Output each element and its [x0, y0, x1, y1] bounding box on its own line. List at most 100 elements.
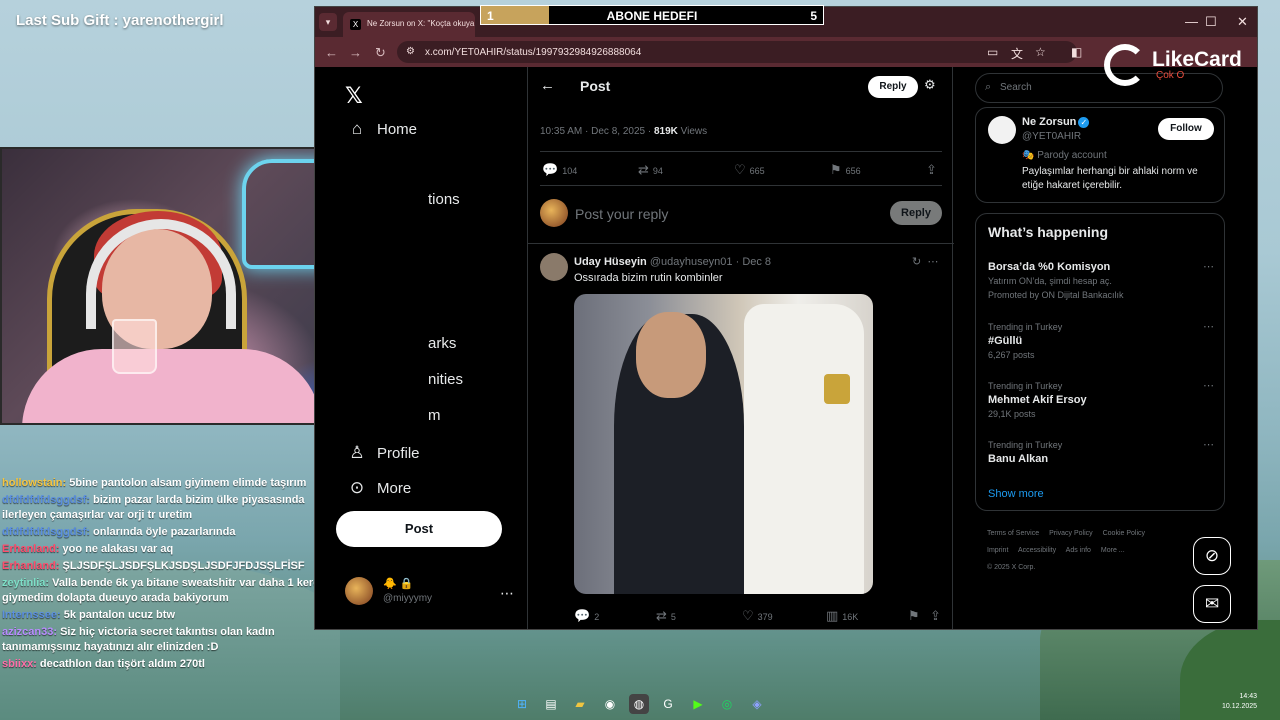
more-options-icon[interactable]: ⋯	[500, 585, 514, 602]
translate-icon[interactable]: 文	[1011, 45, 1023, 62]
grok-icon[interactable]: ↻	[912, 256, 921, 268]
account-switcher[interactable]: 🐥 🔒 @miyyymy ⋯	[345, 577, 515, 617]
post-button[interactable]: Post	[336, 511, 502, 547]
chat-message: sbiixx: decathlon dan tişört aldım 270tl	[2, 657, 332, 672]
repost-action[interactable]: ⇄ 94	[638, 162, 663, 178]
post-column: ← Post Reply ⚙ 10:35 AM · Dec 8, 2025 · …	[527, 67, 954, 629]
footer-link[interactable]: Ads info	[1066, 547, 1091, 554]
more-options-icon[interactable]: ⋯	[1203, 260, 1214, 274]
minimize-icon[interactable]: —	[1185, 14, 1198, 29]
bookmark-action[interactable]: ⚑ 656	[830, 162, 861, 178]
chat-username: zeytinlia:	[2, 577, 50, 589]
views-label: Views	[677, 126, 708, 137]
tweet-author[interactable]: Uday Hüseyin @udayhuseyn01 · Dec 8	[574, 256, 771, 268]
video-jacket	[744, 304, 864, 594]
trend-item[interactable]: Borsa’da %0 Komisyon Yatırım ON’da, şimd…	[988, 260, 1214, 302]
header-reply-button[interactable]: Reply	[868, 76, 918, 98]
follow-button[interactable]: Follow	[1158, 118, 1214, 140]
kick-icon[interactable]: ▶	[688, 694, 708, 714]
desktop-icon[interactable]: ▤	[541, 694, 561, 714]
windows-start-icon[interactable]: ⊞	[512, 694, 532, 714]
close-icon[interactable]: ✕	[1237, 14, 1248, 30]
post-time: 10:35 AM · Dec 8, 2025 ·	[540, 126, 654, 137]
bookmark-icon: ⚑	[908, 608, 920, 623]
nav-notifications[interactable]: tions	[428, 191, 460, 208]
forward-arrow-icon[interactable]: →	[349, 45, 362, 60]
verified-badge-icon: ✓	[1078, 117, 1090, 128]
views-action[interactable]: ▥ 16K	[826, 608, 858, 624]
nav-more[interactable]: ⊙ More	[345, 478, 411, 498]
more-options-icon[interactable]: ⋯	[1203, 438, 1214, 452]
reply-icon: 💬	[542, 162, 559, 177]
messages-icon[interactable]: ✉	[1193, 585, 1231, 623]
bookmark-action[interactable]: ⚑	[908, 608, 924, 624]
trend-topic: Borsa’da %0 Komisyon	[988, 261, 1111, 273]
trend-item[interactable]: Trending in Turkey #Güllü 6,267 posts ⋯	[988, 320, 1214, 362]
chat-message: Internssee: 5k pantalon ucuz btw	[2, 608, 332, 623]
app-icon[interactable]: G	[658, 694, 678, 714]
like-action[interactable]: ♡ 379	[742, 608, 773, 624]
trend-item[interactable]: Trending in Turkey Banu Alkan ⋯	[988, 438, 1214, 466]
nav-home[interactable]: ⌂ Home	[345, 119, 417, 139]
site-info-icon[interactable]: ⚙	[406, 46, 415, 57]
nav-label: More	[377, 480, 412, 497]
more-options-icon[interactable]: ⋯	[927, 256, 938, 268]
reload-icon[interactable]: ↻	[375, 45, 386, 61]
trend-item[interactable]: Trending in Turkey Mehmet Akif Ersoy 29,…	[988, 379, 1214, 421]
footer-link[interactable]: Imprint	[987, 547, 1008, 554]
profile-name-row[interactable]: Ne Zorsun ✓	[1022, 116, 1090, 128]
chat-text: yoo ne alakası var aq	[62, 543, 174, 555]
profile-bio: Paylaşımlar herhangi bir ahlaki norm ve …	[1022, 166, 1198, 191]
extension-icon[interactable]: ◧	[1071, 45, 1082, 59]
nav-profile[interactable]: ♙ Profile	[345, 443, 419, 463]
reply-submit-button[interactable]: Reply	[890, 201, 942, 225]
repost-count: 94	[652, 166, 663, 176]
tab-search-chevron-icon[interactable]: ▾	[319, 13, 337, 31]
reply-input[interactable]: Post your reply	[575, 206, 668, 222]
nav-communities[interactable]: nities	[428, 371, 463, 388]
repost-action[interactable]: ⇄ 5	[656, 608, 676, 624]
system-clock: 14:43 10.12.2025	[1222, 692, 1257, 712]
chrome-icon[interactable]: ◍	[629, 694, 649, 714]
likecard-logo: LikeCard Çok O	[1100, 44, 1250, 94]
avatar	[345, 577, 373, 605]
like-action[interactable]: ♡ 665	[734, 162, 765, 178]
discord-icon[interactable]: ◈	[747, 694, 767, 714]
file-explorer-icon[interactable]: ▰	[570, 694, 590, 714]
whats-happening-card: What’s happening Borsa’da %0 Komisyon Ya…	[975, 213, 1225, 511]
show-more-link[interactable]: Show more	[988, 488, 1044, 500]
nav-bookmarks[interactable]: arks	[428, 335, 456, 352]
reply-action[interactable]: 💬 2	[574, 608, 599, 624]
x-logo-icon[interactable]: 𝕏	[345, 83, 363, 109]
more-options-icon[interactable]: ⋯	[1203, 379, 1214, 393]
footer-link[interactable]: More ...	[1101, 547, 1125, 554]
grok-icon[interactable]: ⊘	[1193, 537, 1231, 575]
trend-promoted: Promoted by ON Dijital Bankacılık	[988, 290, 1124, 300]
tweet-video[interactable]	[574, 294, 873, 594]
share-action[interactable]: ⇪	[930, 608, 945, 624]
more-options-icon[interactable]: ⋯	[1203, 320, 1214, 334]
footer-link[interactable]: Privacy Policy	[1049, 530, 1093, 537]
back-arrow-icon[interactable]: ←	[540, 77, 555, 94]
cast-icon[interactable]: ▭	[987, 45, 998, 59]
share-action[interactable]: ⇪	[926, 162, 941, 178]
avatar[interactable]	[988, 116, 1016, 144]
footer-link[interactable]: Accessibility	[1018, 547, 1056, 554]
obs-icon[interactable]: ◉	[600, 694, 620, 714]
reply-action[interactable]: 💬 104	[542, 162, 577, 178]
url-input[interactable]: ⚙ x.com/YET0AHIR/status/1997932984926888…	[397, 41, 1077, 63]
back-arrow-icon[interactable]: ←	[325, 45, 338, 60]
tweet-options[interactable]: ↻ ⋯	[912, 255, 938, 268]
avatar[interactable]	[540, 253, 568, 281]
maximize-icon[interactable]: ☐	[1205, 14, 1217, 30]
bookmark-star-icon[interactable]: ☆	[1035, 45, 1046, 59]
clock-time: 14:43	[1239, 693, 1258, 700]
footer-link[interactable]: Terms of Service	[987, 530, 1039, 537]
footer-link[interactable]: Cookie Policy	[1103, 530, 1145, 537]
spotify-icon[interactable]: ◎	[717, 694, 737, 714]
settings-sliders-icon[interactable]: ⚙	[924, 77, 936, 93]
browser-tab[interactable]: X Ne Zorsun on X: "Koçta okuya	[343, 12, 475, 37]
nav-premium[interactable]: m	[428, 407, 441, 424]
chat-username: dfdfdfdfdsggdsf:	[2, 494, 90, 506]
heart-icon: ♡	[742, 608, 754, 623]
